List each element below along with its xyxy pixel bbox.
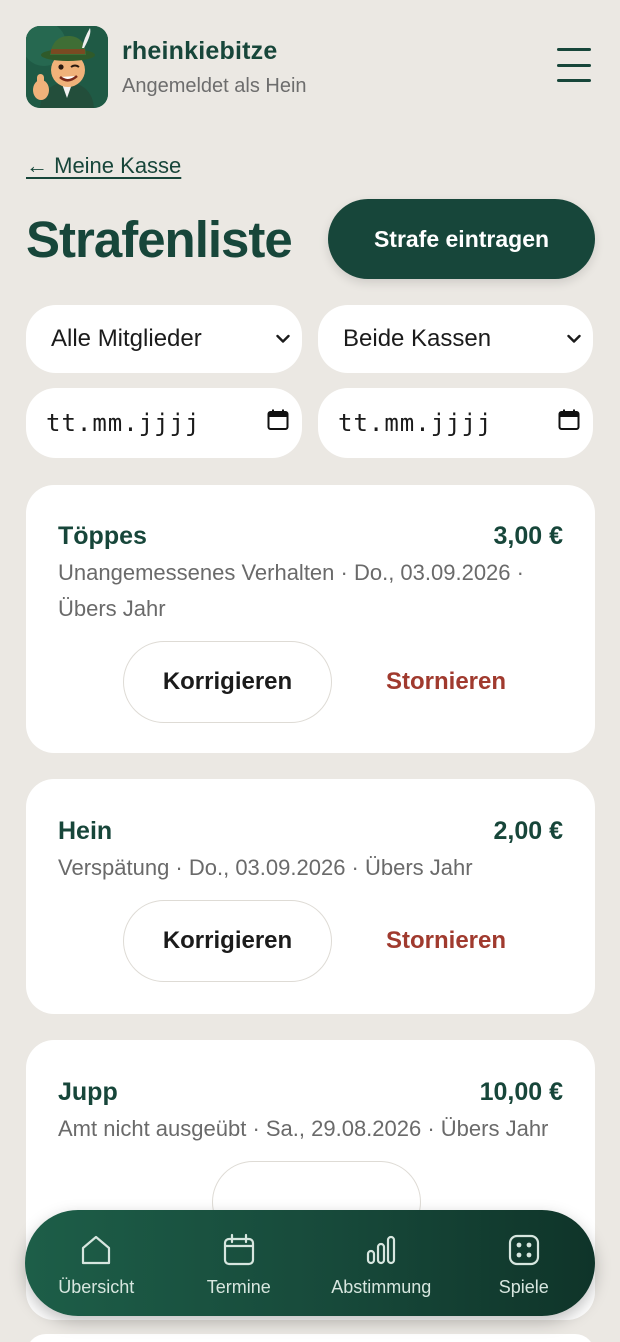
chevron-down-icon [276, 332, 290, 346]
home-icon [82, 1235, 111, 1264]
kasse-filter-select[interactable]: Beide Kassen [318, 305, 593, 373]
bottom-navigation: Übersicht Termine Abstimmung Spiele [25, 1210, 595, 1316]
penalty-detail: Verspätung · Do., 03.09.2026 · Übers Jah… [58, 855, 473, 880]
member-filter-select[interactable]: Alle Mitglieder [26, 305, 302, 373]
back-link-meine-kasse[interactable]: ← Meine Kasse [26, 153, 181, 179]
nav-label: Abstimmung [331, 1276, 432, 1297]
dice-icon [508, 1234, 539, 1265]
hamburger-menu-icon[interactable] [554, 45, 594, 85]
app-header: rheinkiebitze Angemeldet als Hein [26, 25, 594, 109]
penalty-card: Hein 2,00 € Verspätung · Do., 03.09.2026… [26, 779, 595, 1014]
add-penalty-button[interactable]: Strafe eintragen [328, 199, 595, 279]
avatar-logo[interactable] [26, 26, 108, 108]
penalty-card: Töppes 3,00 € Unangemessenes Verhalten ·… [26, 485, 595, 753]
bar-chart-icon [367, 1235, 396, 1264]
penalty-member-name: Hein [58, 817, 113, 845]
nav-item-abstimmung[interactable]: Abstimmung [310, 1229, 453, 1298]
penalty-member-name: Jupp [58, 1078, 118, 1106]
penalty-amount: 3,00 € [493, 522, 563, 550]
mascot-logo-icon [26, 26, 108, 108]
nav-item-uebersicht[interactable]: Übersicht [25, 1229, 168, 1298]
penalty-amount: 10,00 € [479, 1078, 563, 1106]
cancel-penalty-button[interactable]: Stornieren [382, 927, 510, 955]
date-from-placeholder: tt.mm.jjjj [46, 409, 201, 437]
correct-button[interactable]: Korrigieren [123, 900, 332, 982]
penalty-amount: 2,00 € [493, 817, 563, 845]
brand: rheinkiebitze Angemeldet als Hein [122, 37, 307, 98]
nav-item-spiele[interactable]: Spiele [453, 1229, 596, 1298]
penalty-member-name: Töppes [58, 522, 147, 550]
date-to-placeholder: tt.mm.jjjj [338, 409, 493, 437]
penalty-detail: Unangemessenes Verhalten · Do., 03.09.20… [58, 560, 524, 621]
nav-label: Termine [206, 1276, 271, 1297]
app-name: rheinkiebitze [122, 36, 278, 65]
page-title: Strafenliste [26, 211, 293, 268]
calendar-icon [223, 1233, 254, 1265]
correct-button[interactable]: Korrigieren [123, 641, 332, 723]
calendar-icon[interactable] [557, 408, 581, 438]
nav-label: Übersicht [58, 1276, 135, 1297]
penalty-card [26, 1334, 595, 1342]
penalty-detail: Amt nicht ausgeübt · Sa., 29.08.2026 · Ü… [58, 1116, 549, 1141]
member-filter-value: Alle Mitglieder [51, 325, 202, 352]
date-from-input[interactable]: tt.mm.jjjj [26, 388, 302, 458]
cancel-penalty-button[interactable]: Stornieren [382, 668, 510, 696]
kasse-filter-value: Beide Kassen [343, 325, 492, 352]
nav-label: Spiele [498, 1276, 549, 1297]
chevron-down-icon [567, 332, 581, 346]
calendar-icon[interactable] [266, 408, 290, 438]
nav-item-termine[interactable]: Termine [168, 1229, 311, 1298]
date-to-input[interactable]: tt.mm.jjjj [318, 388, 593, 458]
logged-in-as: Angemeldet als Hein [122, 74, 307, 97]
